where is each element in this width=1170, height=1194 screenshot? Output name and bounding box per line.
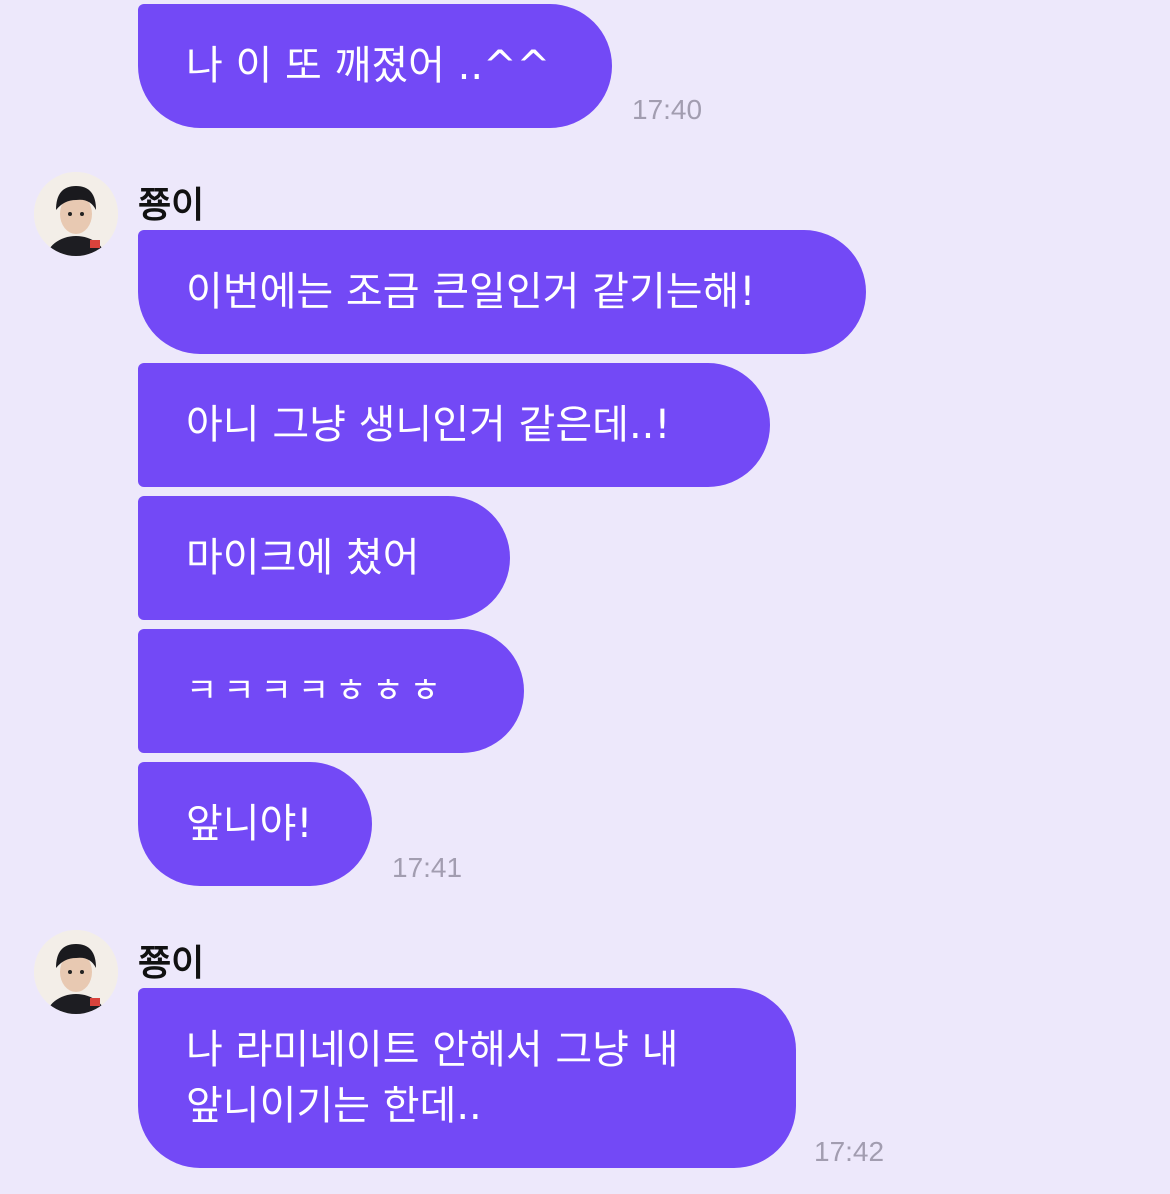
message-bubble[interactable]: 이번에는 조금 큰일인거 같기는해! (138, 230, 866, 354)
message-text-line: 나 라미네이트 안해서 그냥 내 (186, 1027, 679, 1073)
message-bubble[interactable]: 앞니야! (138, 762, 372, 886)
message-timestamp: 17:42 (814, 1136, 885, 1167)
sender-avatar[interactable] (34, 930, 118, 1014)
message-bubble[interactable]: ㅋㅋㅋㅋㅎㅎㅎ (138, 629, 524, 753)
message-text: 나 이 또 깨졌어 ..^^ (186, 43, 551, 89)
profile-photo-icon (34, 930, 118, 1014)
message-timestamp: 17:40 (632, 94, 703, 125)
message-bubble[interactable]: 나 라미네이트 안해서 그냥 내 앞니이기는 한데.. (138, 988, 796, 1168)
message-bubble[interactable]: 아니 그냥 생니인거 같은데..! (138, 363, 770, 487)
profile-photo-icon (34, 172, 118, 256)
message-text: 아니 그냥 생니인거 같은데..! (186, 402, 671, 448)
message-text: ㅋㅋㅋㅋㅎㅎㅎ (186, 671, 447, 711)
sender-name: 쭁이 (138, 943, 205, 984)
message-text-line: 앞니이기는 한데.. (186, 1083, 482, 1129)
sender-avatar[interactable] (34, 172, 118, 256)
message-text: 이번에는 조금 큰일인거 같기는해! (186, 269, 756, 315)
sender-name: 쭁이 (138, 185, 205, 226)
message-bubble[interactable]: 마이크에 쳤어 (138, 496, 510, 620)
chat-thread: 나 이 또 깨졌어 ..^^ 17:40 쭁이 이번에는 조금 큰일인거 같기는… (0, 0, 1170, 1194)
message-bubble[interactable]: 나 이 또 깨졌어 ..^^ (138, 4, 612, 128)
message-text: 마이크에 쳤어 (186, 535, 420, 581)
message-text: 앞니야! (186, 801, 313, 847)
message-timestamp: 17:41 (392, 852, 463, 883)
